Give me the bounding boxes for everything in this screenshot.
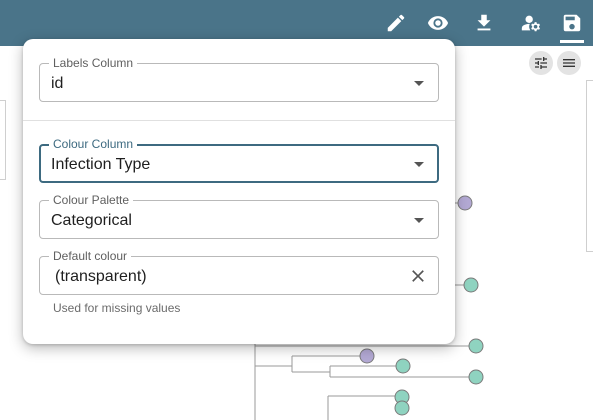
colour-column-value: Infection Type [51,156,151,173]
colour-settings-panel: Labels Column id Colour Column Infection… [23,39,455,344]
dropdown-arrow-icon [414,81,424,86]
default-colour-field[interactable]: Default colour (transparent) [39,249,439,295]
labels-column-select[interactable]: Labels Column id [39,56,439,102]
colour-column-select[interactable]: Colour Column Infection Type [39,137,439,183]
labels-column-label: Labels Column [49,56,138,70]
colour-palette-label: Colour Palette [49,193,134,207]
tree-node [359,348,375,364]
dropdown-arrow-icon [414,162,424,167]
tree-node [468,369,484,385]
clear-button[interactable] [408,266,428,286]
tree-node [468,338,484,354]
dropdown-arrow-icon [414,218,424,223]
close-icon [412,270,424,282]
panel-divider [23,120,455,121]
colour-palette-select[interactable]: Colour Palette Categorical [39,193,439,239]
colour-palette-value: Categorical [51,212,132,229]
tree-node [395,358,411,374]
default-colour-helper-text: Used for missing values [53,301,181,315]
tree-node [394,400,410,416]
default-colour-label: Default colour [49,249,132,263]
labels-column-value: id [51,75,64,92]
tree-node [457,195,473,211]
colour-column-label: Colour Column [49,137,138,151]
default-colour-value: (transparent) [55,268,147,285]
tree-node [463,277,479,293]
